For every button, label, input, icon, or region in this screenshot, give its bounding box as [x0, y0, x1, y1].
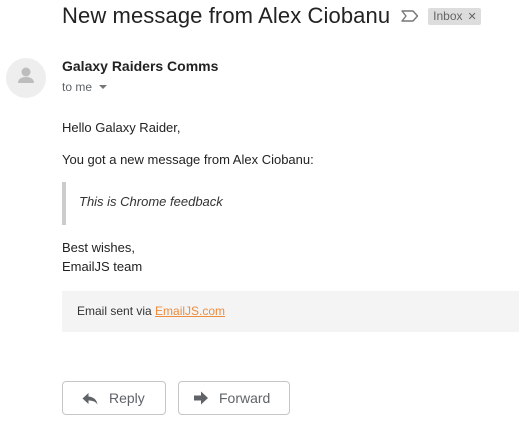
- forward-button[interactable]: Forward: [178, 381, 290, 415]
- reply-button-label: Reply: [109, 390, 145, 406]
- footer-prefix: Email sent via: [77, 304, 156, 318]
- importance-marker-icon[interactable]: [401, 9, 419, 23]
- reply-button[interactable]: Reply: [62, 381, 166, 415]
- quoted-message: This is Chrome feedback: [62, 182, 262, 225]
- emailjs-link[interactable]: EmailJS.com: [155, 304, 225, 318]
- forward-arrow-icon: [192, 389, 210, 407]
- email-greeting: Hello Galaxy Raider,: [62, 120, 181, 135]
- email-signoff: Best wishes,: [62, 240, 135, 255]
- forward-button-label: Forward: [219, 390, 271, 406]
- avatar[interactable]: [6, 58, 46, 98]
- email-footer: Email sent via EmailJS.com: [62, 291, 519, 332]
- person-icon: [6, 58, 46, 98]
- email-subject: New message from Alex Ciobanu: [62, 3, 391, 28]
- email-intro: You got a new message from Alex Ciobanu:: [62, 152, 314, 167]
- sender-name: Galaxy Raiders Comms: [62, 58, 219, 74]
- close-icon[interactable]: ✕: [468, 10, 477, 23]
- footer-text: Email sent via EmailJS.com: [77, 304, 225, 318]
- quoted-message-text: This is Chrome feedback: [79, 194, 223, 209]
- recipient-label: to me: [62, 80, 93, 94]
- reply-arrow-icon: [81, 389, 99, 407]
- recipient-details-toggle[interactable]: to me: [62, 80, 108, 94]
- email-signature: EmailJS team: [62, 259, 143, 274]
- inbox-label-chip[interactable]: Inbox ✕: [428, 7, 481, 25]
- inbox-label-text: Inbox: [433, 9, 463, 23]
- caret-down-icon[interactable]: [99, 85, 108, 89]
- subject-row: New message from Alex Ciobanu Inbox ✕: [62, 2, 481, 30]
